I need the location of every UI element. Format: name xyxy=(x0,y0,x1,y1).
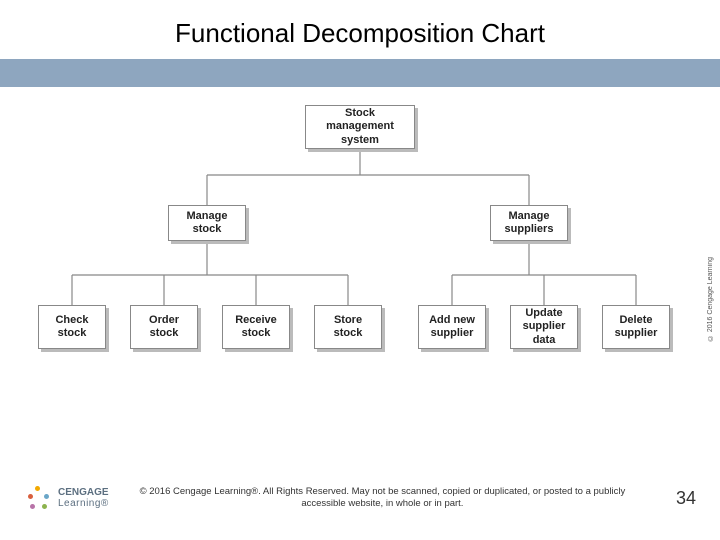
node-store-stock: Store stock xyxy=(314,305,382,349)
node-add-supplier: Add new supplier xyxy=(418,305,486,349)
logo-mark-icon xyxy=(24,484,52,512)
node-delete-supplier: Delete supplier xyxy=(602,305,670,349)
node-label: Manage stock xyxy=(175,210,239,236)
node-label: Store stock xyxy=(321,314,375,340)
node-check-stock: Check stock xyxy=(38,305,106,349)
node-root: Stock management system xyxy=(305,105,415,149)
page-number: 34 xyxy=(656,488,696,509)
copyright-text: © 2016 Cengage Learning®. All Rights Res… xyxy=(109,486,656,511)
footer: CENGAGE Learning® © 2016 Cengage Learnin… xyxy=(0,484,720,512)
node-receive-stock: Receive stock xyxy=(222,305,290,349)
node-label: Order stock xyxy=(137,314,191,340)
node-manage-stock: Manage stock xyxy=(168,205,246,241)
decomposition-chart: Stock management system Manage stock Man… xyxy=(0,87,720,417)
title-area: Functional Decomposition Chart xyxy=(0,0,720,59)
node-label: Receive stock xyxy=(229,314,283,340)
node-update-supplier: Update supplier data xyxy=(510,305,578,349)
node-label: Update supplier data xyxy=(517,307,571,347)
logo-text-block: CENGAGE Learning® xyxy=(58,488,109,509)
side-credit: © 2016 Cengage Learning xyxy=(707,257,714,341)
page-title: Functional Decomposition Chart xyxy=(0,18,720,49)
node-label: Check stock xyxy=(45,314,99,340)
node-label: Add new supplier xyxy=(425,314,479,340)
cengage-logo: CENGAGE Learning® xyxy=(24,484,109,512)
logo-sub: Learning® xyxy=(58,498,109,509)
logo-name: CENGAGE xyxy=(58,488,109,498)
node-label: Stock management system xyxy=(312,107,408,147)
header-accent-bar xyxy=(0,59,720,87)
node-order-stock: Order stock xyxy=(130,305,198,349)
node-label: Manage suppliers xyxy=(497,210,561,236)
node-label: Delete supplier xyxy=(609,314,663,340)
node-manage-suppliers: Manage suppliers xyxy=(490,205,568,241)
